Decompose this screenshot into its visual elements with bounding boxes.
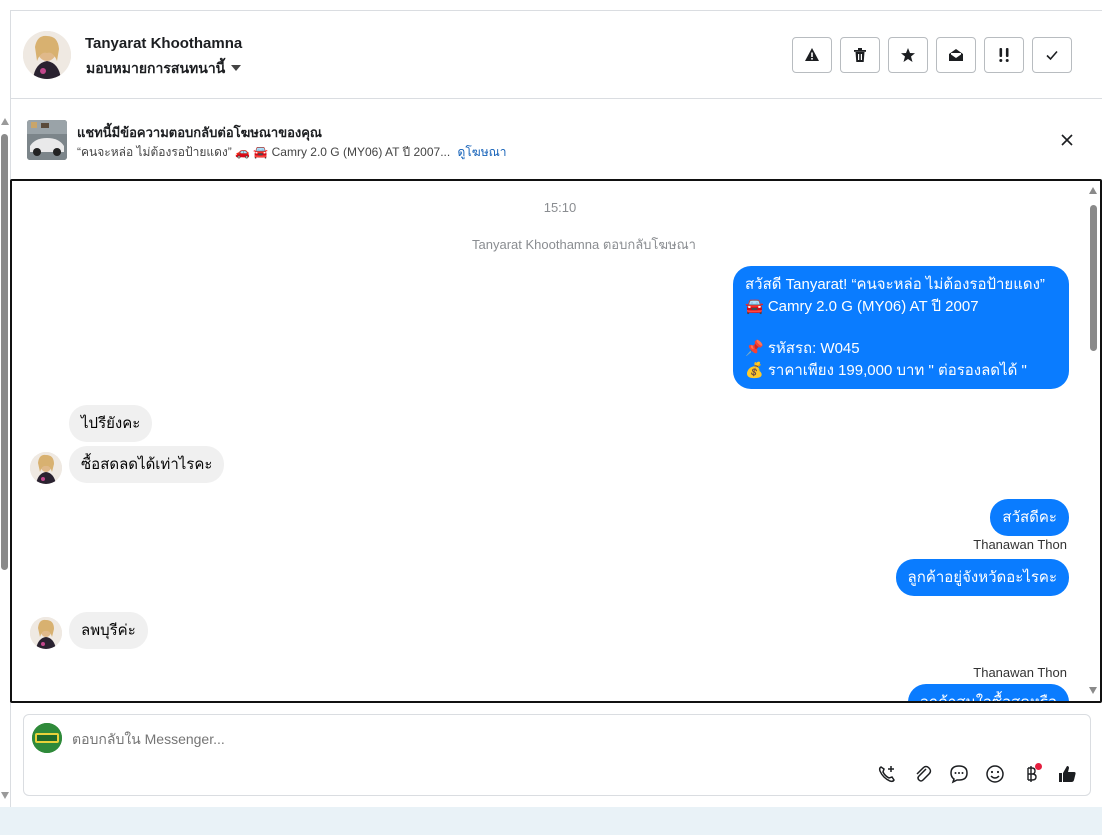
contact-name[interactable]: Tanyarat Khoothamna [85, 35, 242, 52]
emoji-button[interactable] [984, 763, 1006, 785]
assign-conversation-dropdown[interactable]: มอบหมายการสนทนานี้ [86, 58, 242, 80]
system-note: Tanyarat Khoothamna ตอบกลับโฆษณา [472, 237, 696, 252]
warning-icon [805, 48, 819, 61]
caret-down-icon [231, 64, 242, 71]
reply-input[interactable] [72, 731, 832, 747]
payment-button[interactable] [1020, 763, 1042, 785]
ad-reply-banner: แชทนี้มีข้อความตอบกลับต่อโฆษณาของคุณ “คน… [11, 100, 1102, 179]
incoming-message[interactable]: ลพบุรีค่ะ [69, 612, 148, 649]
page-avatar [32, 723, 62, 753]
envelope-open-icon [949, 49, 963, 61]
bottom-bar [0, 807, 1102, 835]
contact-avatar-small[interactable] [30, 452, 62, 484]
star-button[interactable] [888, 37, 928, 73]
emoji-icon [986, 765, 1004, 783]
incoming-message[interactable]: ซื้อสดลดได้เท่าไรคะ [69, 446, 225, 483]
chat-bubble-icon [950, 765, 968, 784]
left-scrollbar[interactable] [0, 110, 10, 800]
follow-up-button[interactable] [984, 37, 1024, 73]
like-button[interactable] [1056, 763, 1078, 785]
sender-name: Thanawan Thon [973, 665, 1067, 680]
message-timestamp: 15:10 [543, 200, 577, 215]
mark-spam-button[interactable] [792, 37, 832, 73]
double-exclamation-icon [999, 48, 1009, 62]
delete-button[interactable] [840, 37, 880, 73]
trash-icon [854, 48, 866, 62]
inbox-conversation-view: Tanyarat Khoothamna มอบหมายการสนทนานี้ แ… [0, 0, 1102, 835]
composer-toolbar [876, 763, 1078, 785]
contact-avatar[interactable] [23, 31, 71, 79]
ad-thumbnail[interactable] [27, 120, 67, 160]
incoming-message[interactable]: ไปรียังคะ [69, 405, 153, 442]
contact-avatar-small[interactable] [30, 617, 62, 649]
close-icon [1061, 134, 1073, 146]
scroll-thumb[interactable] [1090, 205, 1097, 351]
notification-dot [1035, 763, 1042, 770]
outgoing-message[interactable]: ลูกค้าสนใจซื้อสดหรือ [907, 684, 1069, 701]
reply-composer [23, 714, 1091, 796]
mark-unread-button[interactable] [936, 37, 976, 73]
scroll-down-arrow[interactable] [1, 792, 9, 799]
call-add-icon [878, 766, 895, 783]
paperclip-icon [916, 765, 932, 782]
call-button[interactable] [876, 763, 898, 785]
outgoing-ad-message[interactable]: สวัสดี Tanyarat! “คนจะหล่อ ไม่ต้องรอป้าย… [733, 266, 1069, 389]
attach-button[interactable] [912, 763, 934, 785]
message-line: 🚘 Camry 2.0 G (MY06) AT ปี 2007 [745, 297, 979, 315]
mark-done-button[interactable] [1032, 37, 1072, 73]
star-icon [901, 48, 915, 62]
message-line: 📌 รหัสรถ: W045 [745, 340, 860, 357]
saved-replies-button[interactable] [948, 763, 970, 785]
scroll-up-arrow[interactable] [1089, 187, 1097, 194]
scroll-up-arrow[interactable] [1, 118, 9, 125]
thread-scrollbar[interactable] [1089, 185, 1098, 697]
scroll-thumb[interactable] [1, 134, 8, 570]
outgoing-message[interactable]: สวัสดีคะ [990, 499, 1069, 536]
scroll-down-arrow[interactable] [1089, 687, 1097, 694]
ad-banner-title: แชทนี้มีข้อความตอบกลับต่อโฆษณาของคุณ [77, 125, 322, 140]
message-thread[interactable]: 15:10 Tanyarat Khoothamna ตอบกลับโฆษณา ส… [10, 179, 1102, 703]
check-icon [1046, 50, 1058, 61]
message-line: สวัสดี Tanyarat! “คนจะหล่อ ไม่ต้องรอป้าย… [745, 276, 1045, 293]
header-actions [792, 37, 1072, 73]
ad-banner-subtitle: “คนจะหล่อ ไม่ต้องรอป้ายแดง” 🚗 🚘 Camry 2.… [77, 143, 506, 162]
conversation-header: Tanyarat Khoothamna มอบหมายการสนทนานี้ [11, 11, 1102, 99]
sender-name: Thanawan Thon [973, 537, 1067, 552]
message-line: 💰 ราคาเพียง 199,000 บาท " ต่อรองลดได้ " [745, 361, 1027, 379]
assign-label: มอบหมายการสนทนานี้ [86, 60, 226, 76]
thumbs-up-icon [1059, 766, 1076, 782]
ad-caption: “คนจะหล่อ ไม่ต้องรอป้ายแดง” 🚗 🚘 Camry 2.… [77, 145, 451, 159]
outgoing-message[interactable]: ลูกค้าอยู่จังหวัดอะไรคะ [895, 559, 1069, 596]
view-ad-link[interactable]: ดูโฆษณา [458, 145, 507, 159]
close-banner-button[interactable] [1058, 131, 1076, 149]
